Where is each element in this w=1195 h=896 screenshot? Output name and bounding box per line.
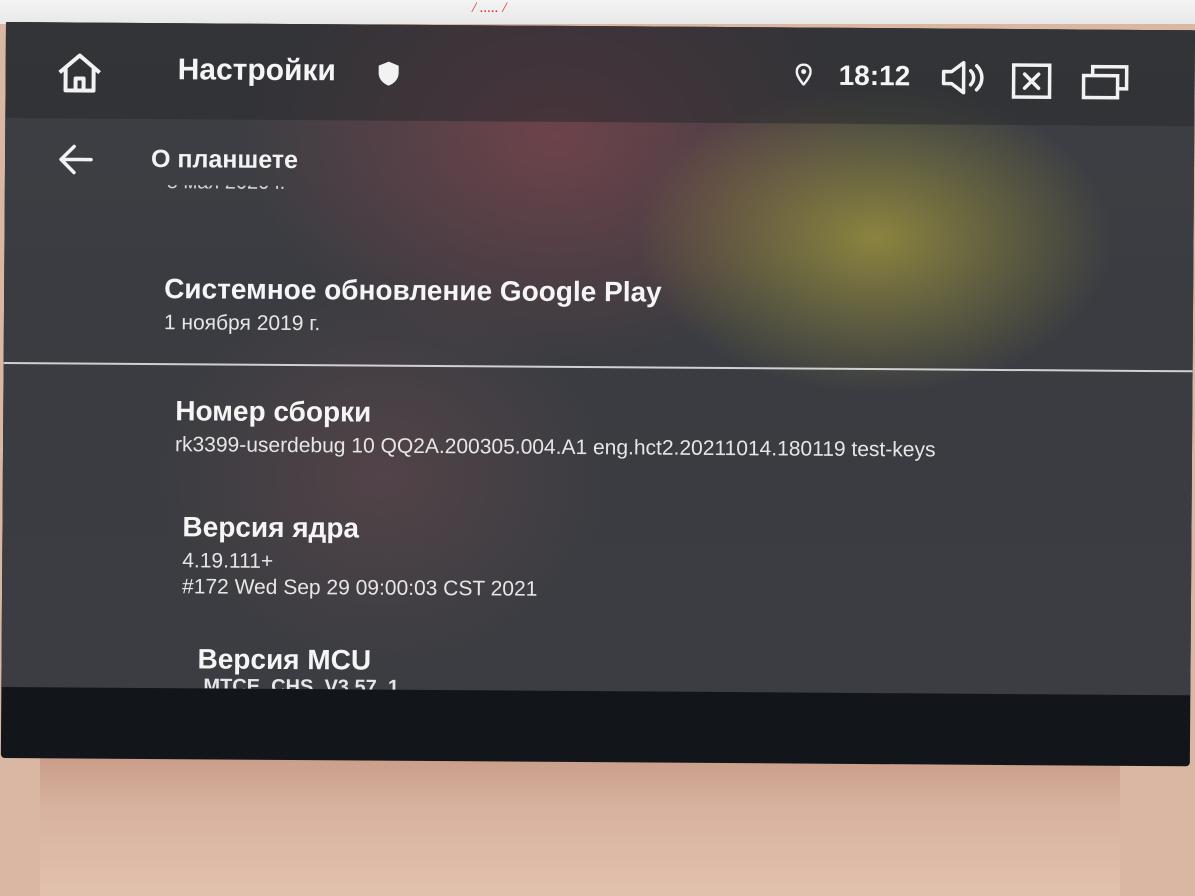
home-icon[interactable] xyxy=(55,50,103,94)
mcu-value-clipped: MTCE_CHS_V3.57_1 xyxy=(203,677,503,690)
windows-icon[interactable] xyxy=(1080,62,1130,102)
volume-icon[interactable] xyxy=(940,59,988,97)
divider xyxy=(3,361,1193,373)
clipped-previous-value: 5 мая 2020 г. xyxy=(167,185,286,194)
close-box-icon[interactable] xyxy=(1011,63,1052,100)
list-item-value: 1 ноября 2019 г. xyxy=(163,311,321,336)
top-red-snippet: / ..... / xyxy=(472,0,507,16)
list-item-value: rk3399-userdebug 10 QQ2A.200305.004.A1 e… xyxy=(174,433,936,462)
list-item-title: Системное обновление Google Play xyxy=(164,273,662,308)
list-item-mcu-version[interactable]: Версия MCU xyxy=(197,643,371,676)
list-item-value: 4.19.111+ xyxy=(182,549,274,573)
list-item-google-play-update[interactable]: Системное обновление Google Play 1 ноябр… xyxy=(164,273,662,338)
page-subtitle: О планшете xyxy=(150,145,299,175)
list-item-kernel-version[interactable]: Версия ядра 4.19.111+ #172 Wed Sep 29 09… xyxy=(182,511,538,601)
location-icon xyxy=(795,63,812,86)
list-item-value-secondary: #172 Wed Sep 29 09:00:03 CST 2021 xyxy=(181,575,538,601)
top-photo-strip: / ..... / xyxy=(0,0,1195,24)
app-title: Настройки xyxy=(177,53,337,88)
clipped-previous-item: 5 мая 2020 г. xyxy=(167,185,367,196)
device-stand xyxy=(40,750,1120,896)
status-bar: Настройки 18:12 xyxy=(5,22,1195,127)
clock: 18:12 xyxy=(838,59,911,92)
device-bezel: Настройки 18:12 О планшете Системное обн… xyxy=(0,22,1195,767)
list-item-value: MTCE_CHS_V3.57_1 xyxy=(203,677,400,691)
list-item-title: Версия ядра xyxy=(182,511,360,544)
arrow-left-icon[interactable] xyxy=(57,142,95,176)
list-item-title: Номер сборки xyxy=(175,395,372,428)
list-item-title: Версия MCU xyxy=(197,643,372,676)
shield-icon xyxy=(378,61,399,86)
list-item-build-number[interactable]: Номер сборки rk3399-userdebug 10 QQ2A.20… xyxy=(175,395,936,462)
tablet-screen: Настройки 18:12 О планшете Системное обн… xyxy=(1,22,1195,696)
